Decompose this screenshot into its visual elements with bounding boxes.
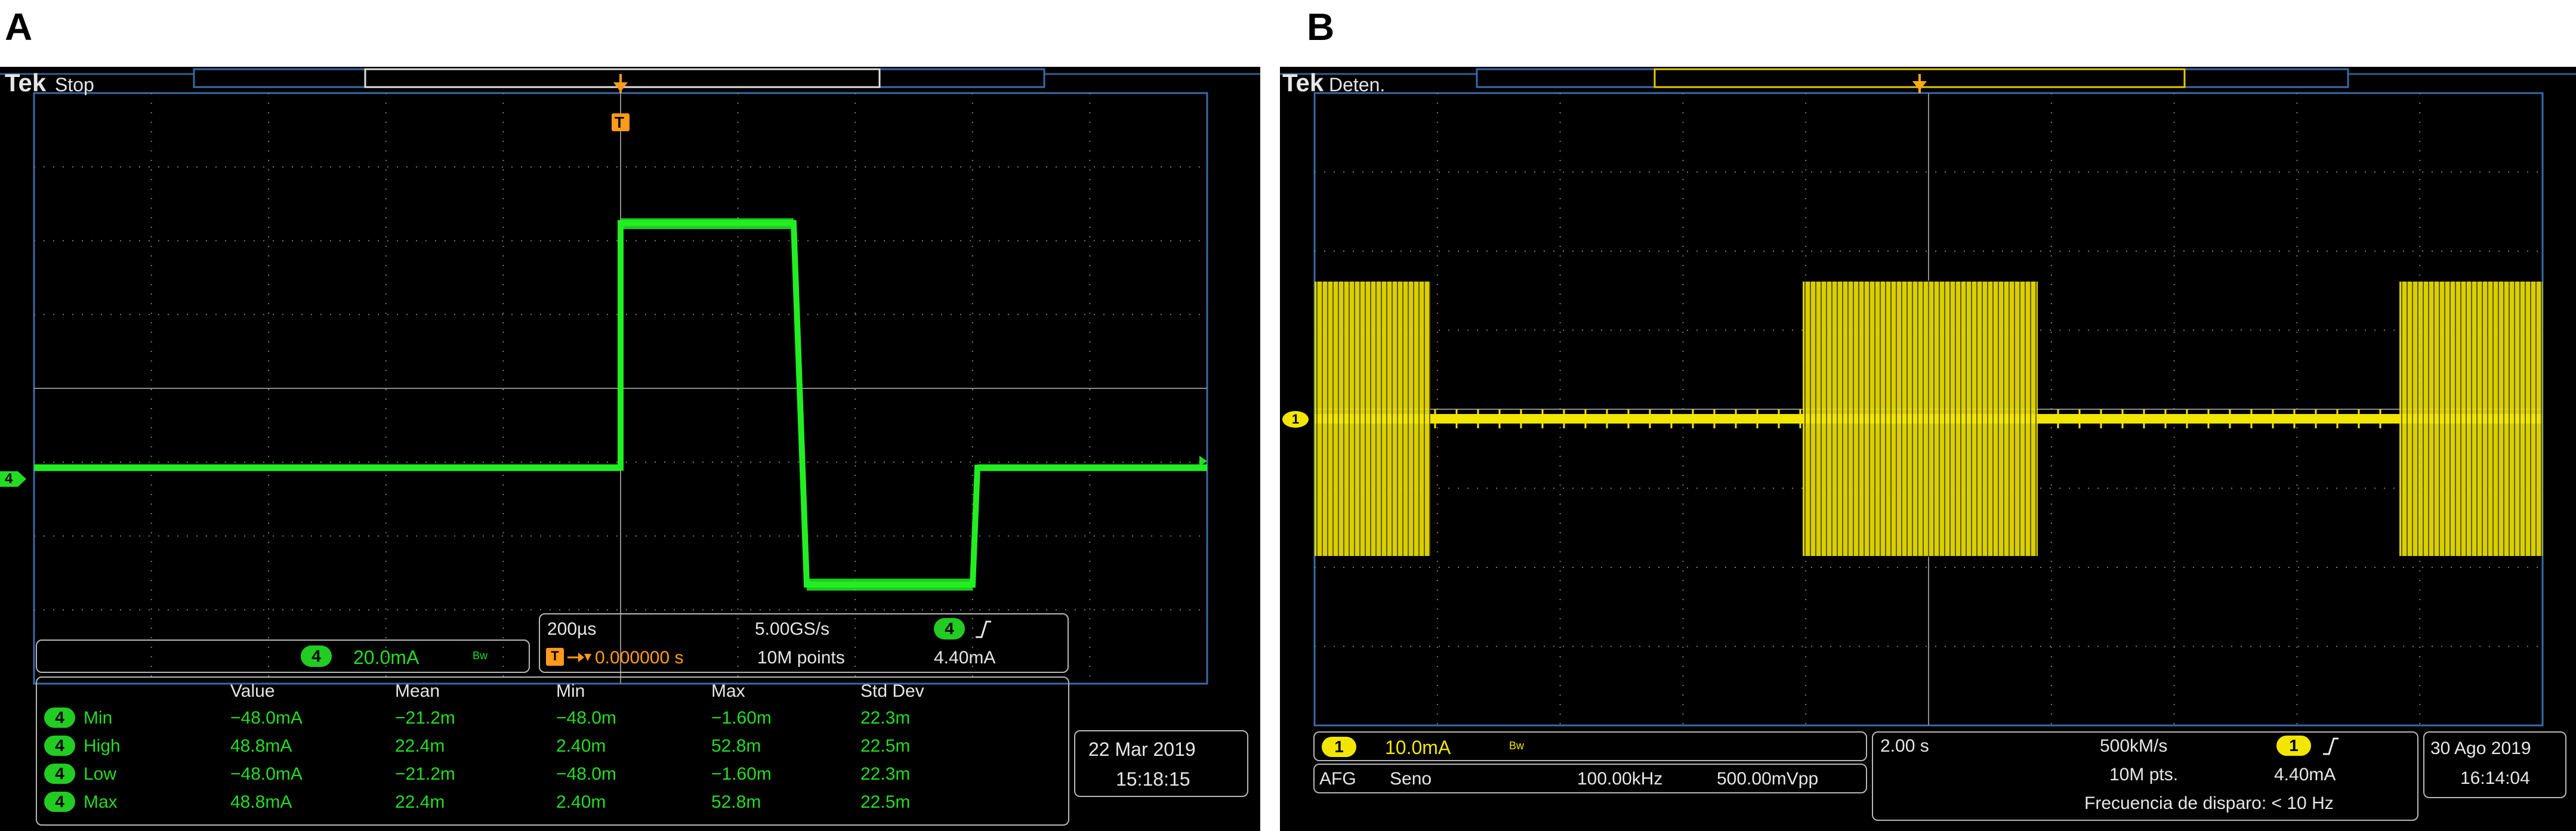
measurement-cell-mean: 22.4m [395,792,445,812]
channel-4-badge: 4 [44,764,75,784]
sample-rate: 500kM/s [2100,736,2168,756]
time-per-div: 2.00 s [1880,736,1929,756]
measurement-cell-min: 2.40m [556,792,606,812]
measurement-cell-min: −48.0m [556,764,616,784]
measurement-column-header: Min [556,681,585,701]
channel-scale-value: 10.0mA [1385,737,1451,758]
bandwidth-limit-icon: Bw [1509,740,1525,752]
trigger-channel-badge: 1 [2276,736,2311,756]
measurement-table[interactable]: Value Mean Min Max Std Dev 4 Min −48.0mA −21.2m… [36,676,1069,826]
afg-amplitude: 500.00mVpp [1717,769,1819,789]
measurement-cell-std: 22.5m [860,792,911,812]
measurement-cell-mean: −21.2m [395,708,455,728]
measurement-column-header: Mean [395,681,440,701]
channel-1-badge: 1 [1322,737,1356,757]
afg-box[interactable]: AFG Seno 100.00kHz 500.00mVpp [1313,764,1867,793]
channel-4-badge: 4 [44,792,75,812]
oscilloscope-screen-b: Tek Deten. 1 1 10.0mA Bw AFG Seno 100.00… [1280,67,2576,831]
panel-b-label: B [1307,5,1335,48]
measurement-column-header: Max [711,681,745,701]
time: 15:18:15 [1116,768,1190,790]
oscilloscope-screen-a: Tek Stop T 4 4 20.0mA Bw 200µs 5.00GS/s … [0,67,1260,831]
measurement-cell-mean: 22.4m [395,736,445,756]
channel-1-trace [1315,280,2543,557]
brand-logo: Tek [1282,69,1324,97]
channel-4-marker-label: 4 [5,471,13,487]
measurement-name: Max [84,792,118,812]
afg-frequency: 100.00kHz [1577,769,1663,789]
arrow-right-icon [567,653,591,662]
channel-4-badge: 4 [301,645,332,667]
measurement-column-header: Std Dev [860,681,924,701]
measurement-cell-value: −48.0mA [230,764,303,784]
channel-scale-box[interactable]: 1 10.0mA Bw [1313,731,1867,761]
burst [1803,282,2038,556]
measurement-cell-max: 52.8m [711,792,761,812]
afg-waveform: Seno [1390,769,1432,789]
measurement-cell-value: −48.0mA [230,708,303,728]
time: 16:14:04 [2460,768,2530,788]
measurement-cell-max: −1.60m [711,708,772,728]
sample-rate: 5.00GS/s [755,619,830,639]
trigger-level: 4.40mA [2274,765,2336,784]
trigger-level: 4.40mA [934,648,996,668]
brand-logo: Tek [5,69,47,97]
date: 30 Ago 2019 [2430,739,2531,758]
channel-scale-box[interactable]: 4 20.0mA Bw [36,640,530,673]
channel-4-badge: 4 [44,708,75,728]
panel-a-label: A [5,5,33,48]
bandwidth-limit-icon: Bw [473,650,488,662]
measurement-name: Min [84,708,113,728]
horizontal-trigger-box[interactable]: 200µs 5.00GS/s 4 T 0.000000 s 10M points… [539,613,1069,673]
afg-label: AFG [1319,769,1356,789]
measurement-cell-value: 48.8mA [230,736,292,756]
record-length: 10M pts. [2109,765,2179,784]
measurement-cell-min: 2.40m [556,736,606,756]
trigger-channel-badge: 4 [934,618,965,640]
trigger-t-label: T [615,113,624,131]
trigger-frequency: Frecuencia de disparo: < 10 Hz [2084,793,2334,813]
date-time-box: 22 Mar 2019 15:18:15 [1074,730,1248,797]
horizontal-trigger-box[interactable]: 2.00 s 500kM/s 1 10M pts. 4.40mA Frecuen… [1872,731,2418,821]
trigger-delay-value: 0.000000 s [595,648,684,668]
channel-4-ground-marker [0,471,26,487]
channel-scale-value: 20.0mA [353,647,419,668]
measurement-column-header: Value [230,681,275,701]
measurement-cell-std: 22.3m [860,708,911,728]
measurement-cell-min: −48.0m [556,708,616,728]
measurement-cell-mean: −21.2m [395,764,455,784]
rising-edge-icon [976,620,991,638]
measurement-cell-value: 48.8mA [230,792,292,812]
measurement-cell-std: 22.5m [860,736,911,756]
run-state: Stop [55,74,94,95]
channel-4-badge: 4 [44,736,75,756]
time-per-div: 200µs [547,619,597,639]
date: 22 Mar 2019 [1088,739,1196,760]
rising-edge-icon [2323,737,2339,755]
measurement-name: High [84,736,121,756]
measurement-cell-max: −1.60m [711,764,772,784]
measurement-cell-max: 52.8m [711,736,761,756]
measurement-name: Low [84,764,117,784]
trigger-delay-icon: T [546,648,564,666]
date-time-box: 30 Ago 2019 16:14:04 [2423,731,2566,798]
measurement-cell-std: 22.3m [860,764,911,784]
run-state: Deten. [1329,74,1386,95]
scope-b-display [1280,68,2576,727]
record-length: 10M points [757,648,845,668]
channel-1-marker-label: 1 [1292,412,1300,427]
burst [1315,282,1430,556]
